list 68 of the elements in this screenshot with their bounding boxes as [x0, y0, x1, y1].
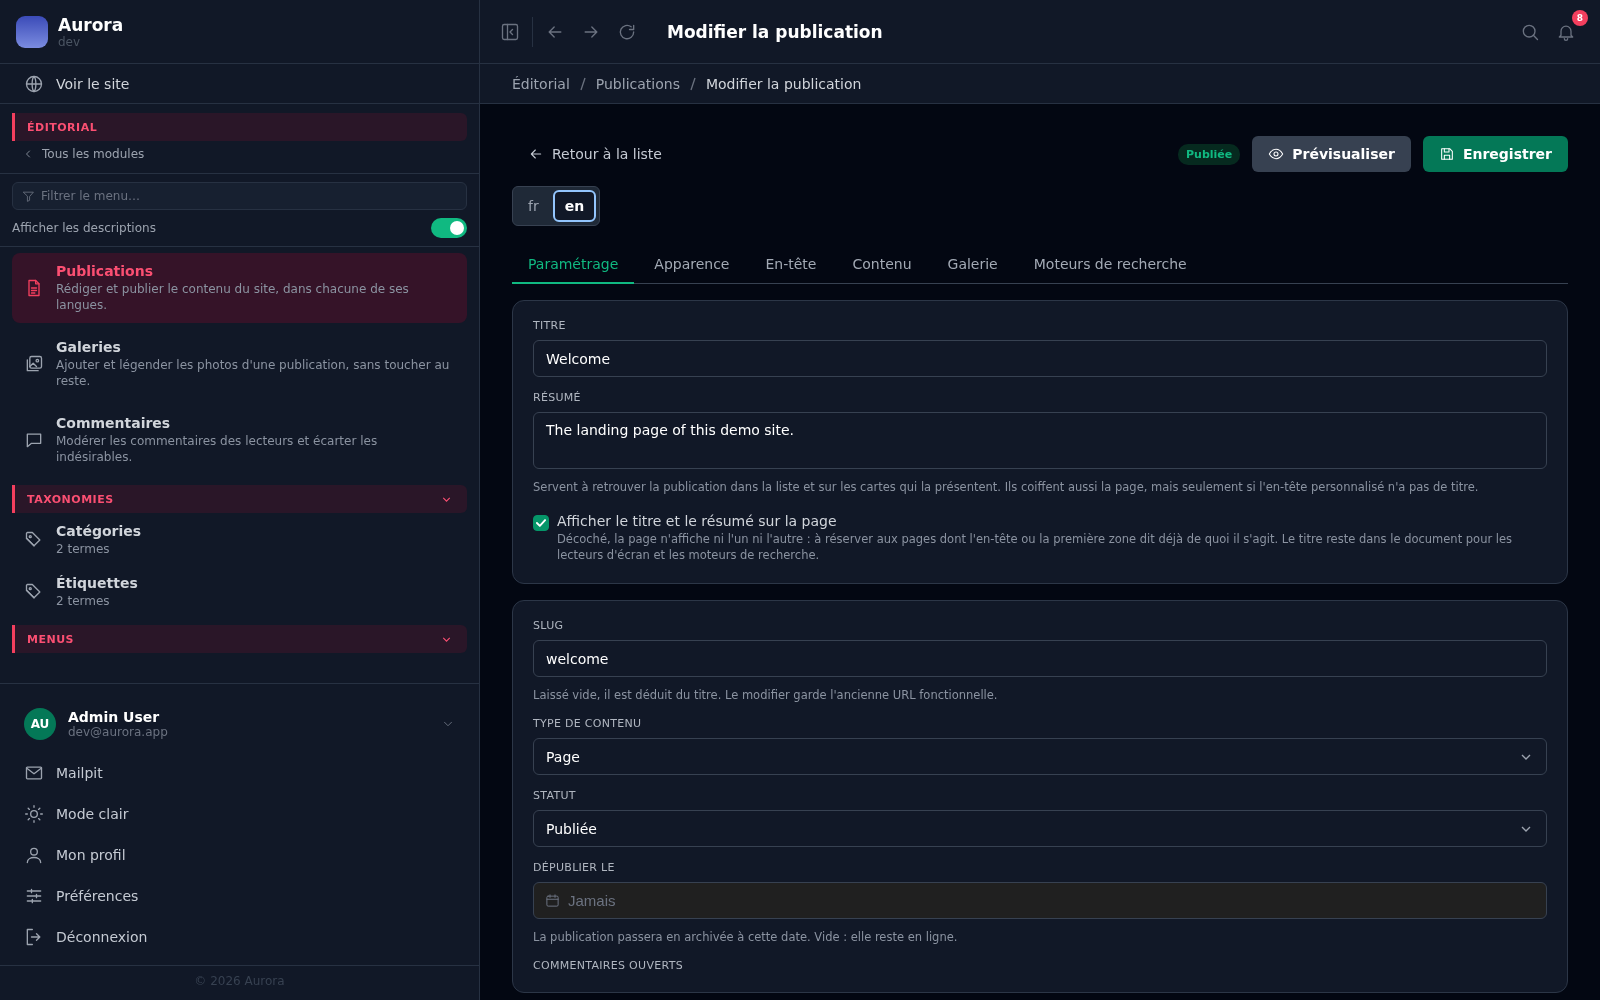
field-label: COMMENTAIRES OUVERTS	[533, 959, 684, 972]
field-label: SLUG	[533, 619, 565, 632]
group-header[interactable]: MENUS	[12, 625, 467, 653]
language-tab[interactable]: en	[552, 190, 597, 222]
select-field[interactable]: Publiée	[533, 810, 1547, 847]
tab[interactable]: Moteurs de recherche	[1017, 248, 1203, 284]
text-field[interactable]: Welcome	[533, 340, 1547, 377]
tab[interactable]: Paramétrage	[512, 248, 635, 284]
save-button[interactable]: Enregistrer	[1422, 136, 1568, 172]
help-text: Laissé vide, il est déduit du titre. Le modifier garde l'ancienne URL fonctionnelle.	[533, 687, 999, 703]
nav-item[interactable]: Publications Rédiger et publier le contenu du site, dans chacune de ses langues.	[12, 253, 467, 323]
menu-link[interactable]: Mailpit	[12, 752, 467, 793]
help-text: Décoché, la page n'affiche ni l'un ni l'autre : à réserver aux pages dont l'en-tête ou la première zone dit déjà de quoi il s'agit. Le titre reste dans le document pour les lecteurs d'écran et les moteurs de recherche.	[557, 531, 1514, 563]
tab[interactable]: En-tête	[749, 248, 833, 284]
slash-icon	[579, 76, 586, 91]
help-text: La publication passera en archivée à cette date. Vide : elle reste en ligne.	[533, 929, 959, 945]
breadcrumb-link[interactable]: Modifier la publication	[705, 75, 862, 92]
menu-link[interactable]: Préférences	[12, 875, 467, 916]
all-modules-link[interactable]: Tous les modules	[0, 141, 479, 174]
breadcrumb-link[interactable]: Éditorial	[512, 75, 570, 92]
checkbox[interactable]	[533, 515, 549, 531]
nav-item[interactable]: Commentaires Modérer les commentaires des lecteurs et écarter les indésirables.	[12, 405, 467, 475]
section-header: ÉDITORIAL	[12, 113, 467, 141]
field-label: STATUT	[533, 789, 577, 802]
filter-field[interactable]: Filtrer le menu…	[12, 182, 467, 210]
field-label: RÉSUMÉ	[533, 391, 582, 404]
gallery-icon	[24, 354, 44, 374]
field-label: TITRE	[533, 319, 567, 332]
arrow-left-icon	[528, 146, 544, 162]
nav-item[interactable]: Étiquettes 2 termes	[12, 569, 467, 615]
language-tab[interactable]: fr	[516, 190, 551, 222]
app-name: Aurora	[58, 14, 124, 35]
group-header[interactable]: TAXONOMIES	[12, 485, 467, 513]
nav-item[interactable]: Catégories 2 termes	[12, 517, 467, 563]
field-label: TYPE DE CONTENU	[533, 717, 643, 730]
checkbox-label: Afficher le titre et le résumé sur la page	[557, 513, 838, 529]
menu-link[interactable]: Mode clair	[12, 793, 467, 834]
date-field[interactable]: Jamais	[533, 882, 1547, 919]
summary-field[interactable]: The landing page of this demo site.	[533, 412, 1547, 469]
menu-link[interactable]: Déconnexion	[12, 916, 467, 957]
logo-icon	[16, 15, 48, 48]
breadcrumb-link[interactable]: Publications	[595, 75, 680, 92]
page-title: Modifier la publication	[667, 21, 883, 42]
slash-icon	[689, 76, 696, 91]
tab[interactable]: Apparence	[638, 248, 746, 284]
notification-count: 8	[1572, 9, 1588, 26]
user-menu-button[interactable]: AU Admin User dev@aurora.app	[12, 704, 467, 744]
field-label: DÉPUBLIER LE	[533, 861, 616, 874]
check-icon	[534, 516, 548, 530]
select-field[interactable]: Page	[533, 738, 1547, 775]
status-badge: Publiée	[1178, 143, 1241, 165]
view-site-link[interactable]: Voir le site	[0, 64, 479, 104]
text-field[interactable]: welcome	[533, 640, 1547, 677]
menu-link[interactable]: Mon profil	[12, 834, 467, 875]
help-text: Servent à retrouver la publication dans la liste et sur les cartes qui la présentent. Ils coiffent aussi la page, mais seulement si l'en-tête personnalisé n'a pas de titre.	[533, 479, 1480, 495]
nav-item[interactable]: Galeries Ajouter et légender les photos d'une publication, sans toucher au reste.	[12, 329, 467, 399]
back-to-list-link[interactable]: Retour à la liste	[512, 146, 662, 162]
preview-button[interactable]: Prévisualiser	[1252, 136, 1411, 172]
sidebar-panel-icon	[500, 21, 520, 42]
environment-label: dev	[58, 34, 82, 49]
eye-icon	[1268, 146, 1285, 162]
toggle-label: Afficher les descriptions	[12, 221, 156, 235]
sun-icon	[24, 803, 44, 824]
avatar: AU	[24, 708, 56, 740]
descriptions-toggle[interactable]	[431, 218, 467, 238]
tab[interactable]: Contenu	[836, 248, 928, 284]
globe-icon	[24, 73, 44, 94]
tab[interactable]: Galerie	[931, 248, 1014, 284]
